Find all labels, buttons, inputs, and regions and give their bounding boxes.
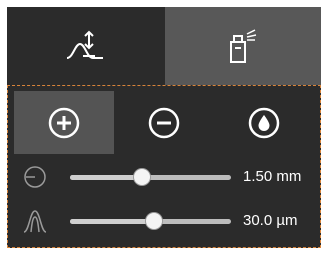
tool-mode-row bbox=[14, 91, 314, 154]
bell-curve-icon bbox=[21, 207, 49, 235]
slider-thumb[interactable] bbox=[145, 213, 162, 229]
plus-circle-icon bbox=[48, 107, 80, 138]
brush-falloff-value: 30.0 µm bbox=[243, 212, 298, 229]
drop-mode-button[interactable] bbox=[214, 91, 314, 154]
slider-fill bbox=[70, 175, 143, 180]
tool-options: 1.50 mm 30.0 µm bbox=[7, 85, 321, 248]
add-mode-button[interactable] bbox=[14, 91, 114, 154]
brush-panel: 1.50 mm 30.0 µm bbox=[0, 0, 327, 253]
minus-circle-icon bbox=[148, 107, 180, 138]
brush-falloff-row: 30.0 µm bbox=[7, 202, 321, 240]
drop-circle-icon bbox=[248, 107, 280, 138]
brush-radius-slider[interactable] bbox=[70, 169, 231, 185]
slider-fill bbox=[70, 219, 154, 224]
radius-circle-icon bbox=[21, 163, 49, 191]
tab-peak-tool[interactable] bbox=[7, 7, 165, 85]
tab-bar bbox=[7, 7, 321, 85]
brush-radius-value: 1.50 mm bbox=[243, 168, 302, 185]
subtract-mode-button[interactable] bbox=[114, 91, 214, 154]
brush-falloff-slider[interactable] bbox=[70, 213, 231, 229]
peak-arrows-icon bbox=[66, 30, 103, 59]
spray-bottle-icon bbox=[230, 29, 257, 63]
brush-radius-row: 1.50 mm bbox=[7, 158, 321, 196]
tab-spray-tool[interactable] bbox=[165, 7, 321, 85]
slider-thumb[interactable] bbox=[134, 169, 151, 185]
